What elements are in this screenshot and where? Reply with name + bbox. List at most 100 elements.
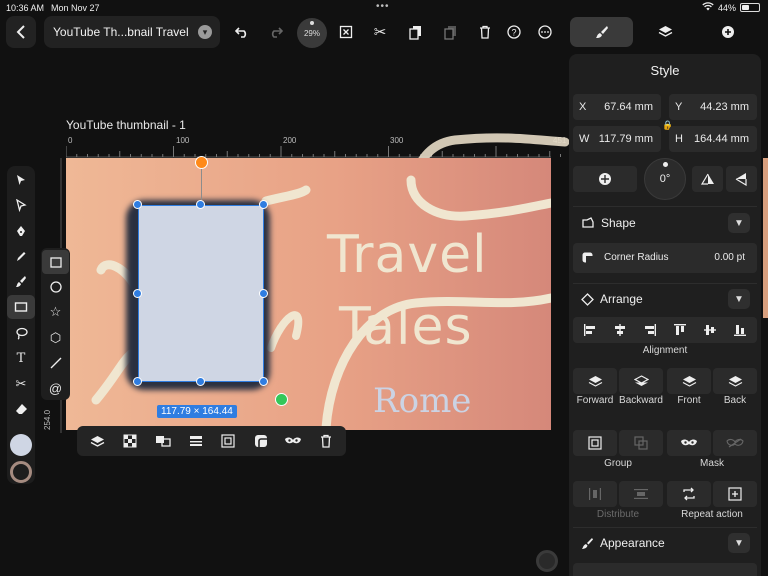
zoom-indicator[interactable]: 29% <box>297 18 327 48</box>
move-button[interactable] <box>573 166 637 192</box>
polygon-shape-option[interactable]: ⬡ <box>42 326 69 350</box>
mask-icon <box>681 439 697 446</box>
repeat-action-button[interactable] <box>667 481 711 507</box>
pencil-tool[interactable] <box>7 244 35 268</box>
tab-style[interactable] <box>570 17 633 47</box>
corner-button[interactable] <box>248 429 274 453</box>
resize-handle-left[interactable] <box>133 289 142 298</box>
arrange-order-button[interactable] <box>150 429 176 453</box>
unmask-button[interactable] <box>713 430 757 456</box>
send-backward-button[interactable] <box>619 368 663 394</box>
flip-vertical-button[interactable] <box>692 166 723 192</box>
transform-button[interactable] <box>215 429 241 453</box>
rotation-dial[interactable]: 0° <box>644 158 686 200</box>
shape-section-header[interactable]: Shape <box>581 216 636 230</box>
group-button[interactable] <box>573 430 617 456</box>
appearance-section-header[interactable]: Appearance <box>581 536 665 550</box>
resize-handle-right[interactable] <box>259 289 268 298</box>
align-icon <box>190 436 202 446</box>
stroke-color-swatch[interactable] <box>10 461 32 483</box>
tab-add[interactable] <box>697 17 759 47</box>
document-title-button[interactable]: YouTube Th...bnail Travel ▾ <box>44 16 220 48</box>
eraser-tool[interactable] <box>7 397 35 421</box>
direct-select-tool[interactable] <box>7 193 35 217</box>
width-field[interactable]: W 117.79 mm <box>573 126 661 152</box>
bring-to-front-button[interactable] <box>667 368 711 394</box>
send-backward-icon <box>633 375 649 386</box>
shape-tool[interactable] <box>7 295 35 319</box>
ungroup-button[interactable] <box>619 430 663 456</box>
help-icon: ? <box>507 25 521 39</box>
corner-radius-handle[interactable] <box>275 393 288 406</box>
ruler-label: 0 <box>68 136 73 145</box>
mask-button[interactable] <box>280 429 306 453</box>
artboard-name[interactable]: YouTube thumbnail - 1 <box>66 118 186 132</box>
delete-button[interactable] <box>471 18 499 46</box>
x-value: 67.64 mm <box>604 101 653 113</box>
multitasking-dots-icon[interactable]: ••• <box>376 1 390 12</box>
title-text-tales[interactable]: Tales <box>339 297 473 357</box>
repeat-transform-button[interactable] <box>713 481 757 507</box>
undo-icon <box>235 27 247 38</box>
align-right-button[interactable] <box>636 318 664 342</box>
align-button[interactable] <box>183 429 209 453</box>
back-label: Back <box>723 395 747 406</box>
lasso-tool[interactable] <box>7 321 35 345</box>
resize-handle-bottom[interactable] <box>196 377 205 386</box>
help-button[interactable]: ? <box>500 18 528 46</box>
rectangle-shape-option[interactable] <box>42 250 69 274</box>
move-icon <box>599 173 611 185</box>
pen-tool[interactable] <box>7 219 35 243</box>
align-bottom-button[interactable] <box>726 318 754 342</box>
height-field[interactable]: H 164.44 mm <box>669 126 757 152</box>
distribute-h-button[interactable] <box>573 481 617 507</box>
arrange-section-header[interactable]: Arrange <box>581 292 643 306</box>
bring-forward-button[interactable] <box>573 368 617 394</box>
corner-radius-field[interactable]: Corner Radius 0.00 pt <box>573 243 757 273</box>
distribute-v-button[interactable] <box>619 481 663 507</box>
pencil-icon <box>17 251 26 261</box>
align-top-button[interactable] <box>666 318 694 342</box>
layers-context-button[interactable] <box>84 429 110 453</box>
transform-box-button[interactable] <box>332 18 360 46</box>
back-button[interactable] <box>6 16 36 48</box>
arrange-collapse-button[interactable]: ▼ <box>728 289 750 309</box>
flip-horizontal-button[interactable] <box>726 166 757 192</box>
line-shape-option[interactable] <box>42 351 69 375</box>
mask-panel-button[interactable] <box>667 430 711 456</box>
send-to-back-button[interactable] <box>713 368 757 394</box>
resize-handle-top-right[interactable] <box>259 200 268 209</box>
text-tool[interactable]: T <box>7 346 35 370</box>
subtitle-text-rome[interactable]: Rome <box>373 381 471 421</box>
undo-button[interactable] <box>228 18 256 46</box>
spiral-shape-option[interactable]: @ <box>42 376 69 400</box>
ellipse-shape-option[interactable] <box>42 275 69 299</box>
title-text-travel[interactable]: Travel <box>327 225 488 285</box>
copy-button[interactable] <box>401 18 429 46</box>
resize-handle-bottom-right[interactable] <box>259 377 268 386</box>
star-shape-option[interactable]: ☆ <box>42 300 69 324</box>
align-left-button[interactable] <box>576 318 604 342</box>
quick-action-button[interactable] <box>536 550 558 572</box>
align-center-h-button[interactable] <box>606 318 634 342</box>
opacity-button[interactable] <box>117 429 143 453</box>
shape-collapse-button[interactable]: ▼ <box>728 213 750 233</box>
paste-button[interactable] <box>436 18 464 46</box>
align-center-v-button[interactable] <box>696 318 724 342</box>
rotation-handle[interactable] <box>195 156 208 169</box>
tab-layers[interactable] <box>635 17 695 47</box>
cut-button[interactable]: ✂ <box>366 18 394 46</box>
resize-handle-bottom-left[interactable] <box>133 377 142 386</box>
scissors-tool[interactable]: ✂ <box>7 372 35 396</box>
delete-context-button[interactable] <box>313 429 339 453</box>
fill-color-swatch[interactable] <box>10 434 32 456</box>
resize-handle-top-left[interactable] <box>133 200 142 209</box>
more-button[interactable] <box>531 18 559 46</box>
y-position-field[interactable]: Y 44.23 mm <box>669 94 757 120</box>
appearance-collapse-button[interactable]: ▼ <box>728 533 750 553</box>
select-tool[interactable] <box>7 168 35 192</box>
x-position-field[interactable]: X 67.64 mm <box>573 94 661 120</box>
redo-button[interactable] <box>262 18 290 46</box>
brush-tool[interactable] <box>7 269 35 293</box>
resize-handle-top[interactable] <box>196 200 205 209</box>
